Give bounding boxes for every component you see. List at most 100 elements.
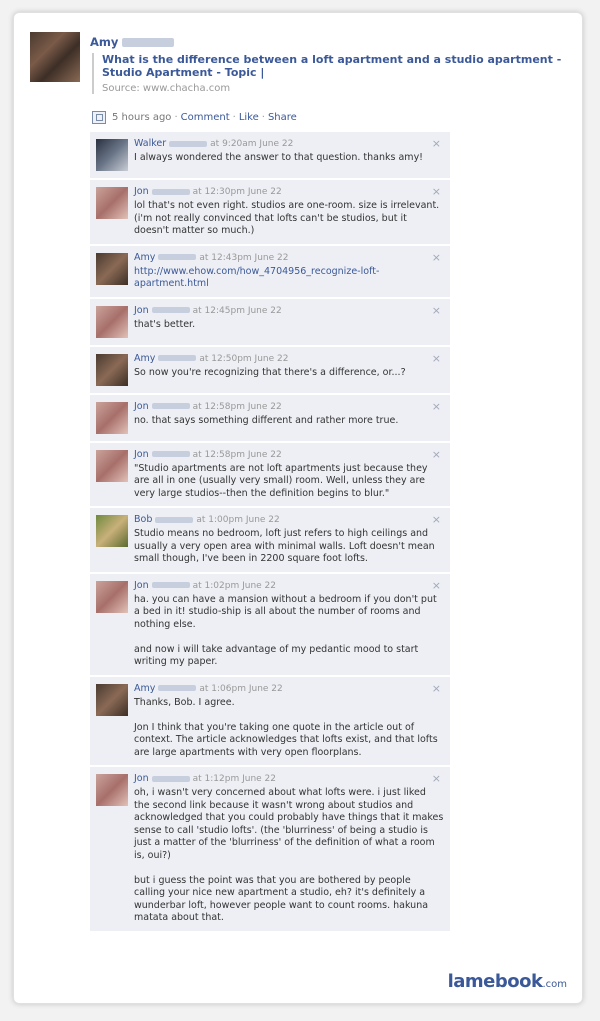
comment-list: Walker at 9:20am June 22 I always wondered… — [90, 132, 450, 933]
comment-item: Jon at 12:45pm June 22 that's better. × — [90, 298, 450, 345]
lamebook-logo: lamebook.com — [447, 971, 567, 992]
redaction-blur — [169, 140, 208, 147]
comment-time: at 12:30pm June 22 — [192, 187, 282, 197]
comment-header: Amy at 12:43pm June 22 — [134, 252, 444, 264]
redaction-blur — [151, 188, 190, 195]
shared-link-source: Source: www.chacha.com — [102, 83, 231, 94]
redaction-blur — [122, 38, 175, 47]
commenter-name[interactable]: Jon — [134, 305, 149, 316]
commenter-name[interactable]: Amy — [134, 252, 155, 263]
commenter-avatar[interactable] — [96, 580, 128, 613]
comment-header: Amy at 12:50pm June 22 — [134, 353, 444, 365]
commenter-name[interactable]: Jon — [134, 580, 149, 591]
commenter-avatar[interactable] — [96, 449, 128, 482]
comment-header: Jon at 12:58pm June 22 — [134, 401, 444, 413]
comment-item: Jon at 12:30pm June 22 lol that's not even… — [90, 180, 450, 244]
close-icon[interactable]: × — [432, 772, 441, 785]
shared-link-title[interactable]: What is the difference between a loft ap… — [102, 53, 572, 79]
commenter-avatar[interactable] — [96, 683, 128, 716]
post-author[interactable]: Amy — [90, 35, 175, 49]
redaction-blur — [151, 307, 190, 313]
close-icon[interactable]: × — [432, 579, 441, 592]
redaction-blur — [158, 355, 197, 361]
comment-header: Amy at 1:06pm June 22 — [134, 683, 444, 695]
comment-text: Studio means no bedroom, loft just refer… — [134, 528, 435, 564]
comment-header: Jon at 12:45pm June 22 — [134, 305, 444, 317]
commenter-name[interactable]: Amy — [134, 353, 155, 364]
comment-time: at 1:06pm June 22 — [199, 683, 283, 694]
comment-time: at 12:58pm June 22 — [192, 449, 282, 460]
comment-time: at 12:43pm June 22 — [199, 252, 289, 263]
close-icon[interactable]: × — [432, 352, 441, 365]
comment-time: at 1:12pm June 22 — [192, 774, 277, 784]
commenter-avatar[interactable] — [96, 774, 128, 806]
comment-item: Walker at 9:20am June 22 I always wondered… — [90, 132, 450, 178]
share-link[interactable]: Share — [268, 112, 297, 123]
comment-text: ha. you can have a mansion without a bed… — [134, 593, 437, 668]
commenter-name[interactable]: Walker — [134, 138, 166, 149]
redaction-blur — [158, 254, 197, 260]
like-link[interactable]: Like — [239, 112, 259, 123]
comment-text[interactable]: http://www.ehow.com/how_4704956_recogniz… — [134, 266, 444, 291]
redaction-blur — [158, 685, 197, 691]
commenter-avatar[interactable] — [96, 353, 128, 386]
comment-item: Amy at 12:43pm June 22 http://www.ehow.com… — [90, 245, 450, 297]
close-icon[interactable]: × — [432, 448, 441, 461]
close-icon[interactable]: × — [432, 682, 441, 695]
redaction-blur — [155, 516, 194, 523]
comment-text: lol that's not even right. studios are o… — [134, 200, 440, 236]
redaction-blur — [151, 451, 190, 457]
comment-item: Jon at 1:12pm June 22 oh, i wasn't very co… — [90, 767, 450, 931]
commenter-avatar[interactable] — [96, 515, 128, 547]
comment-item: Amy at 12:50pm June 22 So now you're recog… — [90, 346, 450, 393]
commenter-name[interactable]: Bob — [134, 514, 152, 525]
close-icon[interactable]: × — [432, 400, 441, 413]
comment-item: Jon at 12:58pm June 22 "Studio apartments … — [90, 442, 450, 506]
commenter-name[interactable]: Jon — [134, 773, 149, 784]
redaction-blur — [151, 582, 190, 588]
comment-time: at 12:45pm June 22 — [192, 305, 282, 316]
comment-header: Jon at 12:58pm June 22 — [134, 449, 444, 461]
comment-time: at 9:20am June 22 — [210, 139, 294, 149]
commenter-avatar[interactable] — [96, 305, 128, 338]
close-icon[interactable]: × — [432, 185, 441, 198]
commenter-avatar[interactable] — [96, 139, 128, 171]
redaction-blur — [151, 403, 190, 409]
comment-item: Jon at 1:02pm June 22 ha. you can have a m… — [90, 573, 450, 675]
comment-header: Jon at 1:02pm June 22 — [134, 580, 444, 592]
comment-time: at 1:02pm June 22 — [192, 580, 277, 591]
comment-header: Walker at 9:20am June 22 — [134, 138, 444, 150]
comment-header: Jon at 1:12pm June 22 — [134, 773, 444, 785]
close-icon[interactable]: × — [432, 137, 441, 150]
commenter-name[interactable]: Jon — [134, 401, 149, 412]
post-meta: 5 hours ago · Comment · Like · Share — [92, 111, 297, 124]
comment-text: that's better. — [134, 318, 196, 330]
comment-time: at 1:00pm June 22 — [196, 515, 280, 525]
shared-link-attachment: What is the difference between a loft ap… — [92, 53, 572, 94]
author-avatar[interactable] — [30, 32, 80, 82]
comment-text: "Studio apartments are not loft apartmen… — [134, 462, 428, 499]
comment-text: Thanks, Bob. I agree. Jon I think that y… — [134, 696, 438, 758]
comment-item: Amy at 1:06pm June 22 Thanks, Bob. I agree… — [90, 676, 450, 765]
comment-item: Jon at 12:58pm June 22 no. that says somet… — [90, 394, 450, 441]
commenter-avatar[interactable] — [96, 401, 128, 434]
comment-text: I always wondered the answer to that que… — [134, 152, 423, 163]
close-icon[interactable]: × — [432, 513, 441, 526]
comment-text: oh, i wasn't very concerned about what l… — [134, 787, 444, 923]
commenter-name[interactable]: Jon — [134, 186, 149, 197]
commenter-name[interactable]: Jon — [134, 449, 149, 460]
comment-item: Bob at 1:00pm June 22 Studio means no bedr… — [90, 508, 450, 572]
comment-header: Bob at 1:00pm June 22 — [134, 514, 444, 526]
post-time[interactable]: 5 hours ago — [112, 112, 171, 123]
comment-text: no. that says something different and ra… — [134, 414, 399, 426]
link-post-icon — [92, 111, 106, 124]
commenter-avatar[interactable] — [96, 187, 128, 219]
close-icon[interactable]: × — [432, 251, 441, 264]
comment-header: Jon at 12:30pm June 22 — [134, 186, 444, 198]
commenter-name[interactable]: Amy — [134, 683, 155, 694]
comment-time: at 12:58pm June 22 — [192, 401, 282, 412]
commenter-avatar[interactable] — [96, 252, 128, 285]
close-icon[interactable]: × — [432, 304, 441, 317]
comment-text: So now you're recognizing that there's a… — [134, 366, 406, 378]
comment-link[interactable]: Comment — [181, 112, 230, 123]
